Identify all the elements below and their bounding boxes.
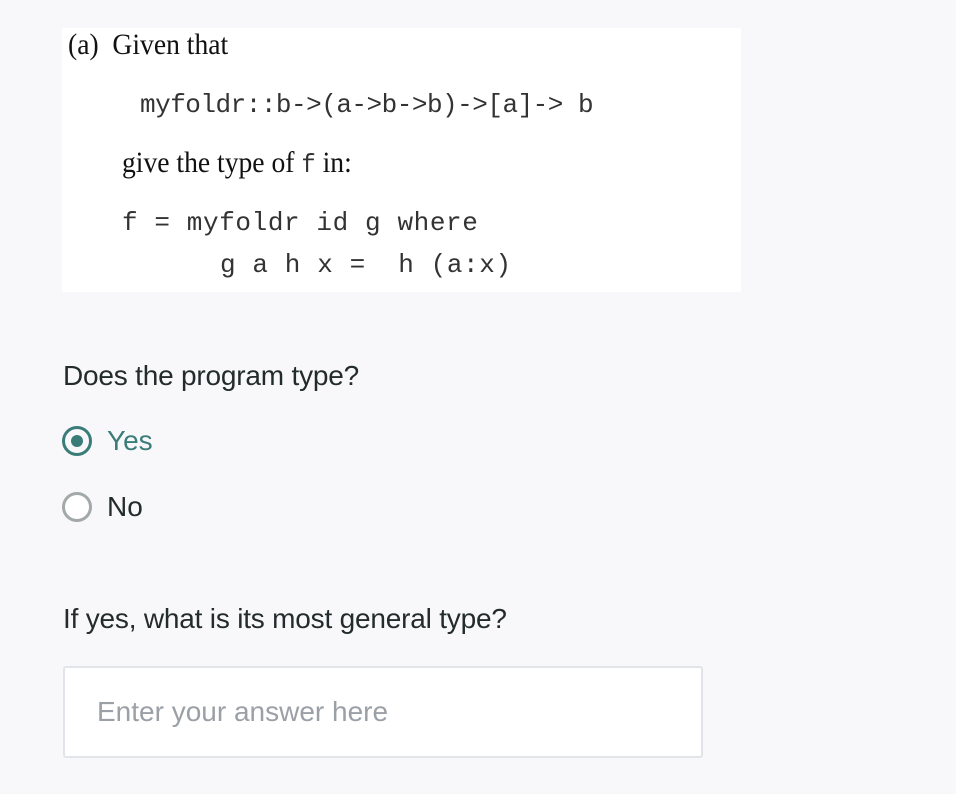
question-1-label: Does the program type? [63,360,359,391]
code-line-1: f = myfoldr id g where [122,208,479,238]
radio-option-yes[interactable]: Yes [62,424,153,458]
radio-label-no: No [107,491,143,522]
instruction-suffix: in: [315,146,352,179]
question-instruction: give the type of f in: [122,146,352,180]
radio-unchecked-icon[interactable] [62,492,92,522]
instruction-var: f [301,150,316,180]
code-line-2: g a h x = h (a:x) [220,250,512,280]
radio-checked-icon[interactable] [62,426,92,456]
question-heading: (a) Given that [68,28,229,61]
radio-dot-icon [71,435,83,447]
instruction-prefix: give the type of [122,146,302,179]
question-2-label: If yes, what is its most general type? [63,603,507,634]
type-signature: myfoldr::b->(a->b->b)->[a]-> b [140,90,594,120]
radio-option-no[interactable]: No [62,490,143,524]
radio-label-yes: Yes [107,425,153,456]
answer-input[interactable] [63,666,703,758]
question-image: (a) Given that myfoldr::b->(a->b->b)->[a… [62,28,741,292]
